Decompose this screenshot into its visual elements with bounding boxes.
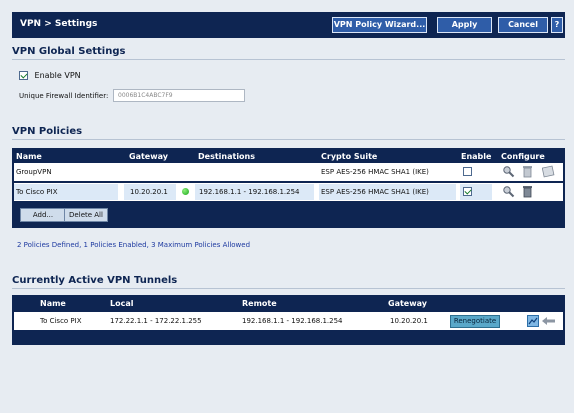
enable-vpn-label: Enable VPN: [34, 71, 81, 80]
tunnel-local: 172.22.1.1 - 172.22.1.255: [110, 317, 202, 325]
policy-crypto: ESP AES-256 HMAC SHA1 (IKE): [321, 188, 429, 196]
statistics-icon[interactable]: [527, 315, 539, 327]
title-bar: VPN > Settings VPN Policy Wizard... Appl…: [12, 12, 565, 38]
tunnel-name: To Cisco PIX: [40, 317, 82, 325]
policy-destinations: 192.168.1.1 - 192.168.1.254: [199, 188, 300, 196]
section-divider: [12, 288, 565, 289]
edit-icon[interactable]: [502, 185, 515, 198]
column-header-configure: Configure: [501, 152, 545, 161]
global-settings-heading: VPN Global Settings: [12, 46, 126, 57]
section-divider: [12, 59, 565, 60]
cancel-button[interactable]: Cancel: [498, 17, 548, 33]
add-policy-button[interactable]: Add...: [20, 208, 66, 222]
table-row[interactable]: To Cisco PIX 10.20.20.1 192.168.1.1 - 19…: [14, 183, 563, 201]
back-arrow-icon[interactable]: [542, 316, 556, 326]
unique-firewall-identifier-field[interactable]: 0006B1C4ABC7F9: [113, 89, 245, 102]
active-tunnels-heading: Currently Active VPN Tunnels: [12, 275, 178, 286]
column-header-crypto-suite: Crypto Suite: [321, 152, 378, 161]
help-button[interactable]: ?: [551, 17, 563, 33]
column-header-remote: Remote: [242, 299, 277, 308]
tunnel-remote: 192.168.1.1 - 192.168.1.254: [242, 317, 343, 325]
policies-summary: 2 Policies Defined, 1 Policies Enabled, …: [17, 241, 251, 249]
column-header-name: Name: [40, 299, 66, 308]
policy-name: GroupVPN: [16, 168, 52, 176]
column-header-destinations: Destinations: [198, 152, 256, 161]
unique-firewall-identifier-label: Unique Firewall Identifier:: [19, 92, 109, 100]
column-header-gateway: Gateway: [388, 299, 427, 308]
section-divider: [12, 139, 565, 140]
column-header-gateway: Gateway: [129, 152, 168, 161]
vpn-policies-table: Name Gateway Destinations Crypto Suite E…: [12, 148, 565, 228]
column-header-local: Local: [110, 299, 134, 308]
column-header-enable: Enable: [461, 152, 492, 161]
table-row[interactable]: GroupVPN ESP AES-256 HMAC SHA1 (IKE): [14, 163, 563, 181]
policy-name: To Cisco PIX: [16, 188, 58, 196]
vpn-policies-heading: VPN Policies: [12, 126, 83, 137]
delete-all-button[interactable]: Delete All: [64, 208, 108, 222]
enable-vpn-checkbox[interactable]: [19, 71, 28, 80]
notepad-icon[interactable]: [542, 165, 555, 178]
column-header-name: Name: [16, 152, 42, 161]
policy-gateway: 10.20.20.1: [130, 188, 168, 196]
trash-icon[interactable]: [522, 185, 533, 198]
renegotiate-button[interactable]: Renegotiate: [450, 315, 500, 328]
vpn-policy-wizard-button[interactable]: VPN Policy Wizard...: [332, 17, 427, 33]
tunnel-gateway: 10.20.20.1: [390, 317, 428, 325]
policy-enable-checkbox[interactable]: [463, 167, 472, 176]
page-title: VPN > Settings: [20, 19, 98, 29]
status-up-icon: [182, 188, 189, 195]
policy-enable-checkbox[interactable]: [463, 187, 472, 196]
trash-icon[interactable]: [522, 165, 533, 178]
enable-vpn-row: Enable VPN: [19, 71, 81, 80]
policy-crypto: ESP AES-256 HMAC SHA1 (IKE): [321, 168, 429, 176]
edit-icon[interactable]: [502, 165, 515, 178]
apply-button[interactable]: Apply: [437, 17, 492, 33]
